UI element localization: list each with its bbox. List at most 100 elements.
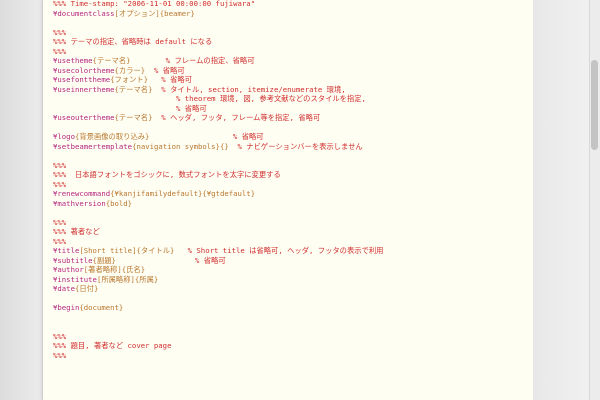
code-token-cmt: % theorem 環境, 図, 参考文献などのスタイルを指定, [53,94,366,103]
code-line[interactable]: %%% [53,28,529,38]
code-line[interactable]: %%% 日本語フォントをゴシックに, 数式フォントを太字に変更する [53,170,529,180]
editor-window: %%% Time-stamp: "2006-11-01 00:00:00 fuj… [0,0,600,400]
code-line[interactable] [53,18,529,28]
code-token-cmt: % ナビゲーションバーを表示しません [228,141,363,151]
code-token-arg: {document} [79,303,124,312]
code-line[interactable]: %%% [53,218,529,228]
code-token-cmd: ¥logo [53,132,75,141]
code-token-cmt: %%% [53,350,67,360]
code-token-cmt: % ヘッダ, フッタ, フレーム等を指定, 省略可 [152,113,321,122]
code-token-arg: {¥kanjifamilydefault}{¥gtdefault} [110,189,256,198]
code-token-arg: [著者略称]{氏名} [83,265,146,274]
code-line[interactable] [53,123,529,133]
code-line[interactable]: ¥usecolortheme{カラー} % 省略可 [53,66,529,76]
code-token-cmd: ¥author [53,265,84,274]
code-token-cmd: ¥institute [53,274,97,284]
code-token-cmt: % 省略可 [115,255,226,265]
code-token-arg: {背景画像の取り込み} [74,132,150,141]
code-line[interactable]: %%% 題目, 著者など cover page [53,341,529,351]
code-token-arg: {テーマ名} [92,56,131,65]
code-token-cmt: %%% 日本語フォントをゴシックに, 数式フォントを太字に変更する [53,170,281,179]
code-line[interactable]: ¥useoutertheme{テーマ名} % ヘッダ, フッタ, フレーム等を指… [53,113,529,123]
code-line[interactable]: ¥mathversion{bold} [53,199,529,209]
code-token-cmd: ¥usefonttheme [53,75,111,84]
code-token-cmt: %%% [53,331,67,341]
code-line[interactable]: ¥logo{背景画像の取り込み} % 省略可 [53,132,529,142]
code-line[interactable]: ¥begin{document} [53,303,529,313]
code-token-cmt: %%% 著者など [53,227,100,236]
code-token-cmt: % タイトル, section, itemize/enumerate 環境, [152,84,346,94]
code-token-cmt: %%% [53,46,67,56]
code-line[interactable]: %%% [53,332,529,342]
code-line[interactable]: ¥setbeamertemplate{navigation symbols}{}… [53,142,529,152]
code-line[interactable] [53,313,529,323]
code-line[interactable]: % theorem 環境, 図, 参考文献などのスタイルを指定, [53,94,529,104]
right-margin [533,0,600,400]
code-token-cmt: %%% [53,236,67,246]
code-line[interactable]: ¥usetheme{テーマ名} % フレームの指定、省略可 [53,56,529,66]
code-line[interactable] [53,294,529,304]
code-line[interactable]: % 省略可 [53,104,529,114]
scrollbar-thumb[interactable] [591,60,598,150]
code-token-cmt: %%% [53,179,67,189]
editor-text-area[interactable]: %%% Time-stamp: "2006-11-01 00:00:00 fuj… [42,0,534,400]
code-token-cmt: % Short title は省略可, ヘッダ, フッタの表示で利用 [174,246,384,255]
code-line[interactable]: %%% [53,351,529,361]
code-token-arg: {副題} [92,255,116,265]
code-token-cmt: % フレームの指定、省略可 [130,56,255,65]
code-line[interactable]: ¥subtitle{副題} % 省略可 [53,256,529,266]
code-token-cmd: ¥renewcommand [53,189,111,198]
code-token-arg: {フォント} [110,75,149,84]
code-token-arg: {bold} [105,198,133,208]
code-content[interactable]: %%% Time-stamp: "2006-11-01 00:00:00 fuj… [53,0,529,360]
code-token-arg: {navigation symbols}{} [132,141,229,151]
code-line[interactable]: ¥renewcommand{¥kanjifamilydefault}{¥gtde… [53,189,529,199]
code-line[interactable]: ¥usefonttheme{フォント} % 省略可 [53,75,529,85]
code-token-cmt: %%% [53,160,67,170]
code-line[interactable]: %%% [53,161,529,171]
code-token-cmd: ¥mathversion [53,198,106,208]
code-token-cmd: ¥begin [53,303,80,312]
code-line[interactable]: ¥documentclass[オプション]{beamer} [53,9,529,19]
code-line[interactable]: ¥useinnertheme{テーマ名} % タイトル, section, it… [53,85,529,95]
code-token-cmt: % 省略可 [149,132,264,141]
code-line[interactable]: ¥date{日付} [53,284,529,294]
code-line[interactable]: %%% Time-stamp: "2006-11-01 00:00:00 fuj… [53,0,529,9]
code-token-arg: {テーマ名} [114,113,153,122]
code-line[interactable] [53,208,529,218]
code-token-cmt: % 省略可 [53,103,207,113]
code-token-cmd: ¥date [53,284,75,293]
code-token-cmd: ¥title [53,246,80,255]
code-line[interactable]: ¥institute[所属略称]{所属} [53,275,529,285]
code-token-cmt: %%% 題目, 著者など cover page [53,341,172,350]
code-token-cmd: ¥setbeamertemplate [53,141,133,151]
code-token-cmt: % 省略可 [145,65,185,75]
code-token-arg: {日付} [74,284,99,293]
code-line[interactable]: %%% [53,237,529,247]
code-token-cmt: %%% テーマの指定、省略時は default になる [53,37,213,46]
code-line[interactable]: %%% [53,180,529,190]
left-margin [0,0,42,400]
code-line[interactable] [53,151,529,161]
code-token-cmd: ¥usecolortheme [53,65,115,75]
code-token-cmt: %%% [53,217,67,227]
code-token-cmt: % 省略可 [148,75,192,84]
code-line[interactable]: %%% [53,47,529,57]
code-token-cmd: ¥useinnertheme [53,84,115,94]
code-token-cmd: ¥subtitle [53,255,93,265]
code-token-arg: [所属略称]{所属} [96,274,159,284]
code-token-cmt: %%% [53,27,67,37]
code-line[interactable]: ¥author[著者略称]{氏名} [53,265,529,275]
code-line[interactable]: %%% テーマの指定、省略時は default になる [53,37,529,47]
code-token-cmd: ¥documentclass [53,8,115,18]
code-line[interactable]: %%% 著者など [53,227,529,237]
code-token-cmt: %%% Time-stamp: "2006-11-01 00:00:00 fuj… [53,0,256,8]
code-token-arg: [Short title]{タイトル} [79,246,175,255]
code-token-arg: {カラー} [114,65,146,75]
code-token-arg: [オプション]{beamer} [114,8,195,18]
code-line[interactable]: ¥title[Short title]{タイトル} % Short title … [53,246,529,256]
vertical-scrollbar[interactable] [589,0,600,400]
code-token-arg: {テーマ名} [114,84,153,94]
code-token-cmd: ¥usetheme [53,56,93,65]
code-line[interactable] [53,322,529,332]
